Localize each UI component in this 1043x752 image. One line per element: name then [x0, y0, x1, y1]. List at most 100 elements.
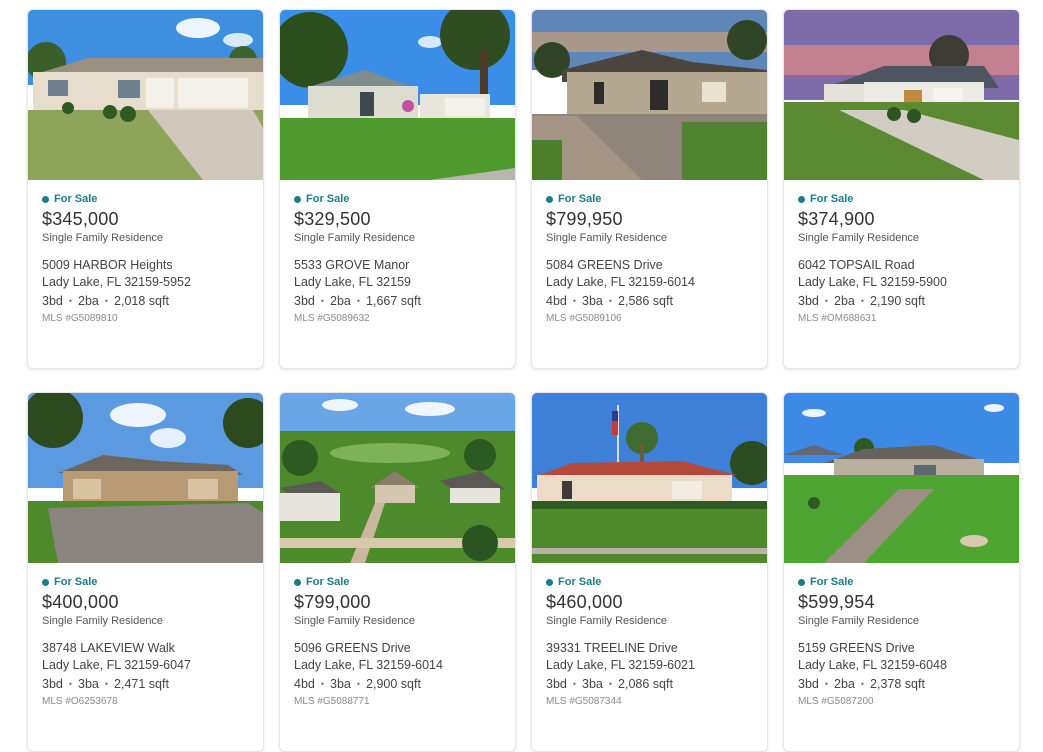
- status-badge: For Sale: [42, 575, 249, 589]
- listing-city: Lady Lake, FL 32159-5952: [42, 275, 191, 289]
- separator-dot: •: [356, 295, 361, 306]
- beds-count: 3bd: [798, 293, 819, 308]
- listing-card[interactable]: For Sale $345,000 Single Family Residenc…: [27, 9, 264, 369]
- listing-street[interactable]: 5159 GREENS Drive: [798, 641, 1005, 658]
- baths-count: 3ba: [582, 293, 603, 308]
- mls-number: MLS #G5087200: [798, 696, 874, 707]
- listing-price: $799,000: [294, 592, 371, 612]
- listing-city: Lady Lake, FL 32159-6014: [546, 275, 695, 289]
- sqft-value: 2,586 sqft: [618, 293, 673, 308]
- listing-facts: 3bd • 2ba • 1,667 sqft: [294, 292, 501, 309]
- separator-dot: •: [860, 678, 865, 689]
- baths-count: 2ba: [330, 293, 351, 308]
- house-photo-image: [280, 10, 515, 180]
- status-dot-icon: [798, 578, 805, 586]
- beds-count: 3bd: [294, 293, 315, 308]
- listing-street[interactable]: 38748 LAKEVIEW Walk: [42, 641, 249, 658]
- separator-dot: •: [68, 295, 73, 306]
- listing-street[interactable]: 5533 GROVE Manor: [294, 258, 501, 275]
- listing-card[interactable]: For Sale $460,000 Single Family Residenc…: [531, 392, 768, 752]
- mls-number: MLS #G5088771: [294, 696, 370, 707]
- listing-card[interactable]: For Sale $329,500 Single Family Residenc…: [279, 9, 516, 369]
- separator-dot: •: [320, 678, 325, 689]
- listing-photo[interactable]: [532, 10, 767, 180]
- listing-facts: 3bd • 3ba • 2,471 sqft: [42, 675, 249, 692]
- baths-count: 2ba: [834, 293, 855, 308]
- house-photo-image: [784, 393, 1019, 563]
- property-type: Single Family Residence: [546, 232, 668, 244]
- listing-facts: 3bd • 2ba • 2,018 sqft: [42, 292, 249, 309]
- separator-dot: •: [572, 678, 577, 689]
- status-badge: For Sale: [798, 575, 1005, 589]
- listing-price: $460,000: [546, 592, 623, 612]
- listing-facts: 3bd • 3ba • 2,086 sqft: [546, 675, 753, 692]
- status-label: For Sale: [558, 576, 602, 588]
- listing-photo[interactable]: [280, 10, 515, 180]
- separator-dot: •: [608, 295, 613, 306]
- listing-card[interactable]: For Sale $799,950 Single Family Residenc…: [531, 9, 768, 369]
- sqft-value: 2,190 sqft: [870, 293, 925, 308]
- baths-count: 3ba: [78, 676, 99, 691]
- listing-city: Lady Lake, FL 32159: [294, 275, 411, 289]
- listing-street[interactable]: 6042 TOPSAIL Road: [798, 258, 1005, 275]
- separator-dot: •: [356, 678, 361, 689]
- listing-price: $799,950: [546, 209, 623, 229]
- property-type: Single Family Residence: [294, 615, 416, 627]
- sqft-value: 2,018 sqft: [114, 293, 169, 308]
- mls-number: MLS #G5089106: [546, 313, 622, 324]
- listing-street[interactable]: 5084 GREENS Drive: [546, 258, 753, 275]
- beds-count: 3bd: [546, 676, 567, 691]
- listing-city: Lady Lake, FL 32159-5900: [798, 275, 947, 289]
- listing-street[interactable]: 39331 TREELINE Drive: [546, 641, 753, 658]
- separator-dot: •: [104, 295, 109, 306]
- listing-price: $345,000: [42, 209, 119, 229]
- separator-dot: •: [572, 295, 577, 306]
- baths-count: 2ba: [78, 293, 99, 308]
- listing-photo[interactable]: [280, 393, 515, 563]
- listing-photo[interactable]: [784, 393, 1019, 563]
- listing-facts: 4bd • 3ba • 2,586 sqft: [546, 292, 753, 309]
- separator-dot: •: [860, 295, 865, 306]
- separator-dot: •: [824, 678, 829, 689]
- listing-city: Lady Lake, FL 32159-6048: [798, 658, 947, 672]
- listing-street[interactable]: 5096 GREENS Drive: [294, 641, 501, 658]
- property-type: Single Family Residence: [42, 232, 164, 244]
- listing-card[interactable]: For Sale $374,900 Single Family Residenc…: [783, 9, 1020, 369]
- property-type: Single Family Residence: [546, 615, 668, 627]
- listing-photo[interactable]: [28, 393, 263, 563]
- beds-count: 3bd: [42, 676, 63, 691]
- listing-photo[interactable]: [28, 10, 263, 180]
- beds-count: 3bd: [42, 293, 63, 308]
- property-type: Single Family Residence: [798, 232, 920, 244]
- separator-dot: •: [824, 295, 829, 306]
- status-dot-icon: [42, 195, 49, 203]
- beds-count: 3bd: [798, 676, 819, 691]
- status-dot-icon: [42, 578, 49, 586]
- status-dot-icon: [798, 195, 805, 203]
- listing-price: $400,000: [42, 592, 119, 612]
- property-type: Single Family Residence: [294, 232, 416, 244]
- mls-number: MLS #G5087344: [546, 696, 622, 707]
- status-badge: For Sale: [798, 192, 1005, 206]
- status-label: For Sale: [306, 193, 350, 205]
- property-type: Single Family Residence: [42, 615, 164, 627]
- mls-number: MLS #G5089810: [42, 313, 118, 324]
- listing-card[interactable]: For Sale $400,000 Single Family Residenc…: [27, 392, 264, 752]
- status-label: For Sale: [558, 193, 602, 205]
- baths-count: 3ba: [582, 676, 603, 691]
- listing-city: Lady Lake, FL 32159-6047: [42, 658, 191, 672]
- property-type: Single Family Residence: [798, 615, 920, 627]
- house-photo-image: [784, 10, 1019, 180]
- status-label: For Sale: [54, 193, 98, 205]
- listing-card[interactable]: For Sale $599,954 Single Family Residenc…: [783, 392, 1020, 752]
- status-dot-icon: [294, 195, 301, 203]
- listing-price: $599,954: [798, 592, 875, 612]
- listing-photo[interactable]: [784, 10, 1019, 180]
- mls-number: MLS #G5089632: [294, 313, 370, 324]
- separator-dot: •: [68, 678, 73, 689]
- listing-street[interactable]: 5009 HARBOR Heights: [42, 258, 249, 275]
- house-photo-image: [28, 393, 263, 563]
- listing-card[interactable]: For Sale $799,000 Single Family Residenc…: [279, 392, 516, 752]
- listing-photo[interactable]: [532, 393, 767, 563]
- separator-dot: •: [608, 678, 613, 689]
